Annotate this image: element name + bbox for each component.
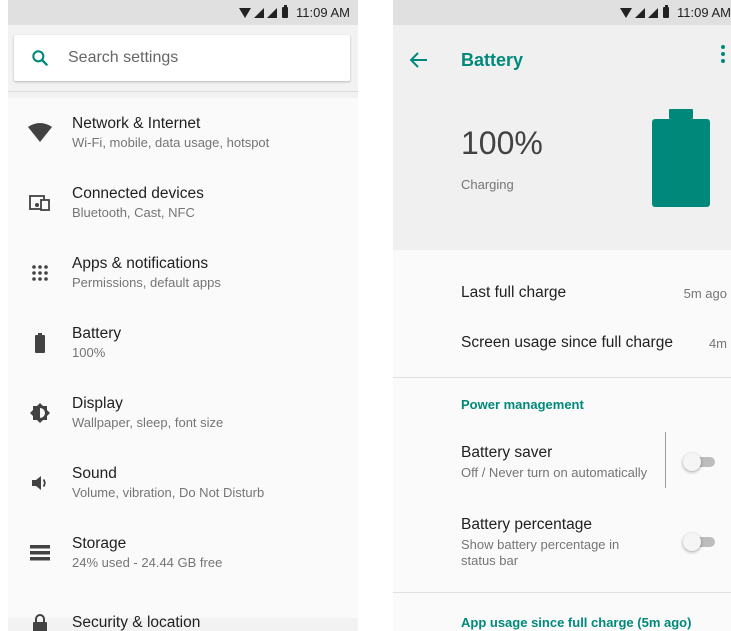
wifi-status-icon bbox=[239, 7, 252, 18]
battery-percent: 100% bbox=[461, 125, 543, 161]
back-arrow-icon[interactable] bbox=[393, 52, 445, 68]
row-value: 4m bbox=[708, 335, 727, 351]
app-usage-header: App usage since full charge (5m ago) bbox=[461, 615, 692, 630]
divider bbox=[393, 377, 731, 378]
setting-storage[interactable]: Storage 24% used - 24.44 GB free bbox=[8, 518, 358, 588]
signal-icon-2 bbox=[267, 7, 278, 18]
status-time: 11:09 AM bbox=[677, 5, 731, 20]
setting-title: Apps & notifications bbox=[72, 255, 209, 272]
setting-display[interactable]: Display Wallpaper, sleep, font size bbox=[8, 378, 358, 448]
setting-subtitle: Wi-Fi, mobile, data usage, hotspot bbox=[72, 135, 270, 150]
search-input[interactable] bbox=[66, 48, 310, 68]
setting-title: Storage bbox=[72, 535, 127, 552]
setting-connected-devices[interactable]: Connected devices Bluetooth, Cast, NFC bbox=[8, 168, 358, 238]
setting-subtitle: Volume, vibration, Do Not Disturb bbox=[72, 485, 265, 500]
battery-saver-row[interactable]: Battery saver Off / Never turn on automa… bbox=[393, 424, 731, 500]
battery-saver-subtitle: Off / Never turn on automatically bbox=[461, 465, 648, 480]
app-bar: Battery bbox=[393, 25, 731, 95]
status-icons bbox=[239, 5, 290, 18]
divider bbox=[393, 592, 731, 593]
battery-percentage-title: Battery percentage bbox=[461, 516, 592, 533]
vertical-divider bbox=[665, 432, 666, 488]
row-value: 5m ago bbox=[683, 285, 727, 301]
settings-list: Network & Internet Wi-Fi, mobile, data u… bbox=[8, 98, 358, 631]
status-bar: 11:09 AM bbox=[393, 0, 731, 25]
battery-percentage-subtitle: Show battery percentage in status bar bbox=[461, 537, 620, 568]
setting-title: Display bbox=[72, 395, 123, 412]
charging-status: Charging bbox=[461, 177, 514, 192]
signal-icon bbox=[635, 7, 646, 18]
page-title: Battery bbox=[461, 49, 524, 70]
more-options-icon[interactable] bbox=[721, 45, 725, 63]
status-time: 11:09 AM bbox=[296, 5, 350, 20]
setting-sound[interactable]: Sound Volume, vibration, Do Not Disturb bbox=[8, 448, 358, 518]
battery-percentage-row[interactable]: Battery percentage Show battery percenta… bbox=[393, 504, 731, 580]
setting-title: Connected devices bbox=[72, 185, 204, 202]
wifi-status-icon bbox=[620, 7, 633, 18]
row-label: Last full charge bbox=[461, 284, 567, 301]
storage-icon bbox=[8, 545, 72, 561]
setting-title: Sound bbox=[72, 465, 117, 482]
volume-icon bbox=[8, 475, 72, 491]
setting-subtitle: 24% used - 24.44 GB free bbox=[72, 555, 223, 570]
status-icons bbox=[620, 5, 671, 18]
setting-title: Security & location bbox=[72, 614, 201, 631]
signal-icon bbox=[254, 7, 265, 18]
battery-percentage-toggle[interactable] bbox=[683, 533, 715, 551]
setting-subtitle: Bluetooth, Cast, NFC bbox=[72, 205, 195, 220]
battery-screen: 11:09 AM Battery 100% Charging Last full… bbox=[393, 0, 731, 631]
setting-network[interactable]: Network & Internet Wi-Fi, mobile, data u… bbox=[8, 98, 358, 168]
large-battery-icon bbox=[652, 109, 710, 207]
brightness-icon bbox=[8, 402, 72, 424]
setting-title: Network & Internet bbox=[72, 115, 201, 132]
screen-usage-row: Screen usage since full charge 4m bbox=[393, 318, 731, 368]
row-label: Screen usage since full charge bbox=[461, 334, 673, 351]
settings-screen: 11:09 AM Network & Internet Wi-Fi, mobil… bbox=[8, 0, 358, 631]
setting-title: Battery bbox=[72, 325, 122, 342]
battery-status-icon bbox=[663, 5, 670, 18]
setting-subtitle: Wallpaper, sleep, font size bbox=[72, 415, 224, 430]
search-icon[interactable] bbox=[14, 48, 66, 68]
setting-subtitle: 100% bbox=[72, 345, 106, 360]
search-box[interactable] bbox=[14, 35, 350, 81]
wifi-icon bbox=[8, 123, 72, 143]
last-full-charge-row: Last full charge 5m ago bbox=[393, 268, 731, 318]
setting-subtitle: Permissions, default apps bbox=[72, 275, 221, 290]
setting-battery[interactable]: Battery 100% bbox=[8, 308, 358, 378]
lock-icon bbox=[8, 613, 72, 631]
search-area bbox=[8, 25, 358, 92]
signal-icon-2 bbox=[648, 7, 659, 18]
apps-icon bbox=[8, 265, 72, 281]
setting-apps[interactable]: Apps & notifications Permissions, defaul… bbox=[8, 238, 358, 308]
power-management-header: Power management bbox=[461, 396, 584, 412]
setting-security[interactable]: Security & location bbox=[8, 588, 358, 631]
status-bar: 11:09 AM bbox=[8, 0, 358, 25]
battery-status-icon bbox=[282, 5, 289, 18]
battery-icon bbox=[8, 333, 72, 353]
battery-saver-title: Battery saver bbox=[461, 444, 553, 461]
battery-saver-toggle[interactable] bbox=[683, 453, 715, 471]
battery-summary: 100% Charging bbox=[393, 95, 731, 250]
devices-icon bbox=[8, 194, 72, 212]
